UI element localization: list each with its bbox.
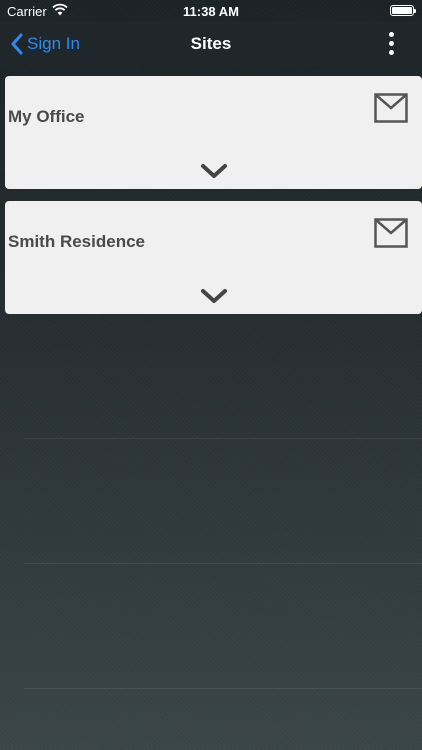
site-name: My Office bbox=[8, 107, 85, 126]
status-bar: Carrier 11:38 AM bbox=[0, 0, 422, 22]
site-card-my-office[interactable]: My Office bbox=[5, 76, 422, 189]
page-title: Sites bbox=[190, 34, 232, 53]
site-name: Smith Residence bbox=[8, 232, 145, 251]
chevron-down-icon[interactable] bbox=[200, 288, 228, 305]
status-time: 11:38 AM bbox=[183, 4, 239, 19]
more-options-button[interactable] bbox=[384, 32, 400, 56]
chevron-down-icon[interactable] bbox=[200, 163, 228, 180]
battery-icon bbox=[390, 5, 416, 16]
row-divider bbox=[24, 688, 422, 689]
envelope-icon[interactable] bbox=[374, 218, 408, 248]
row-divider bbox=[24, 438, 422, 439]
envelope-icon[interactable] bbox=[374, 93, 408, 123]
navigation-bar: Sign In Sites bbox=[0, 22, 422, 66]
site-card-smith-residence[interactable]: Smith Residence bbox=[5, 201, 422, 314]
row-divider bbox=[24, 563, 422, 564]
vertical-ellipsis-icon bbox=[389, 32, 394, 37]
app-screen: Carrier 11:38 AM Sign In Sites My Office bbox=[0, 0, 422, 750]
